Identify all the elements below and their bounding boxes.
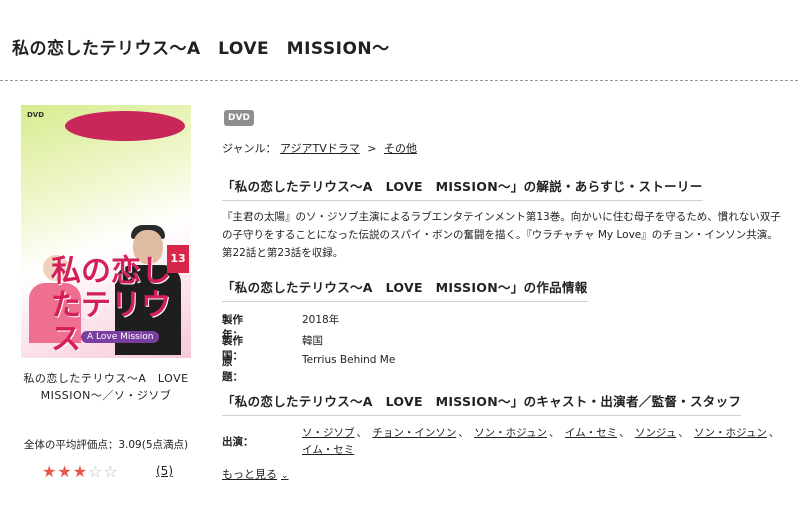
cast-link[interactable]: イム・セミ <box>302 444 354 456</box>
cast-heading: 「私の恋したテリウス～A LOVE MISSION～」のキャスト・出演者／監督・… <box>222 391 742 416</box>
review-count-link[interactable]: (5) <box>156 464 173 478</box>
genre-link-parent[interactable]: アジアTVドラマ <box>280 142 360 155</box>
star-empty-icon: ☆ <box>88 462 104 481</box>
page-title: 私の恋したテリウス～A LOVE MISSION～ <box>12 39 390 59</box>
cast-list: ソ・ジソブ、 チョン・インソン、 ソン・ホジュン、 イム・セミ、 ソンジュ、 ソ… <box>302 425 782 459</box>
cover-dvd-mark: DVD <box>27 111 45 119</box>
cast-link[interactable]: イム・セミ <box>565 427 617 439</box>
cover-volume-number: 13 <box>167 245 189 273</box>
cover-catchphrase-bubble <box>65 111 185 141</box>
cover-logo-subtitle: A Love Mission <box>81 331 160 343</box>
cast-separator: 、 <box>458 427 469 439</box>
genre-breadcrumb: ジャンル： アジアTVドラマ > その他 <box>222 140 417 156</box>
format-badge: DVD <box>224 110 254 126</box>
star-filled-icon: ★ <box>72 462 89 481</box>
cast-link[interactable]: チョン・インソン <box>372 427 456 439</box>
rating-stars: ★★★☆☆ <box>42 462 119 481</box>
story-heading: 「私の恋したテリウス～A LOVE MISSION～」の解説・あらすじ・ストーリ… <box>222 176 703 201</box>
genre-label: ジャンル： <box>222 142 277 155</box>
genre-link-child[interactable]: その他 <box>384 142 417 155</box>
cast-label: 出演： <box>222 436 254 448</box>
info-key: 原題： <box>222 356 243 383</box>
dvd-cover-image[interactable]: DVD 私の恋したテリウス A Love Mission 13 <box>21 105 191 358</box>
cast-separator: 、 <box>356 427 368 439</box>
story-text: 『主君の太陽』のソ・ジソブ主演によるラブエンタテインメント第13巻。向かいに住む… <box>222 211 781 259</box>
chevron-down-icon: ⌄ <box>281 471 289 481</box>
info-value: 韓国 <box>302 335 323 347</box>
breadcrumb-separator: > <box>367 142 377 155</box>
cast-link[interactable]: ソンジュ <box>635 427 676 439</box>
cast-separator: 、 <box>768 427 780 439</box>
star-filled-icon: ★ <box>42 462 58 481</box>
cast-separator: 、 <box>619 427 630 439</box>
header-divider <box>0 80 798 81</box>
product-title-with-cast: 私の恋したテリウス～A LOVE MISSION～／ソ・ジソブ <box>23 372 201 402</box>
info-value: 2018年 <box>302 314 340 326</box>
average-rating-label: 全体の平均評価点：3.09(5点満点) <box>23 439 189 451</box>
info-value: Terrius Behind Me <box>302 354 396 366</box>
star-filled-icon: ★ <box>57 462 73 481</box>
cast-separator: 、 <box>678 427 689 439</box>
star-empty-icon: ☆ <box>103 462 119 481</box>
cast-link[interactable]: ソ・ジソブ <box>302 427 355 439</box>
show-more-label: もっと見る <box>222 468 277 481</box>
cast-link[interactable]: ソン・ホジュン <box>694 427 767 439</box>
cast-separator: 、 <box>548 427 560 439</box>
show-more-link[interactable]: もっと見る ⌄ <box>222 466 289 482</box>
info-heading: 「私の恋したテリウス～A LOVE MISSION～」の作品情報 <box>222 277 588 302</box>
cast-link[interactable]: ソン・ホジュン <box>474 427 547 439</box>
